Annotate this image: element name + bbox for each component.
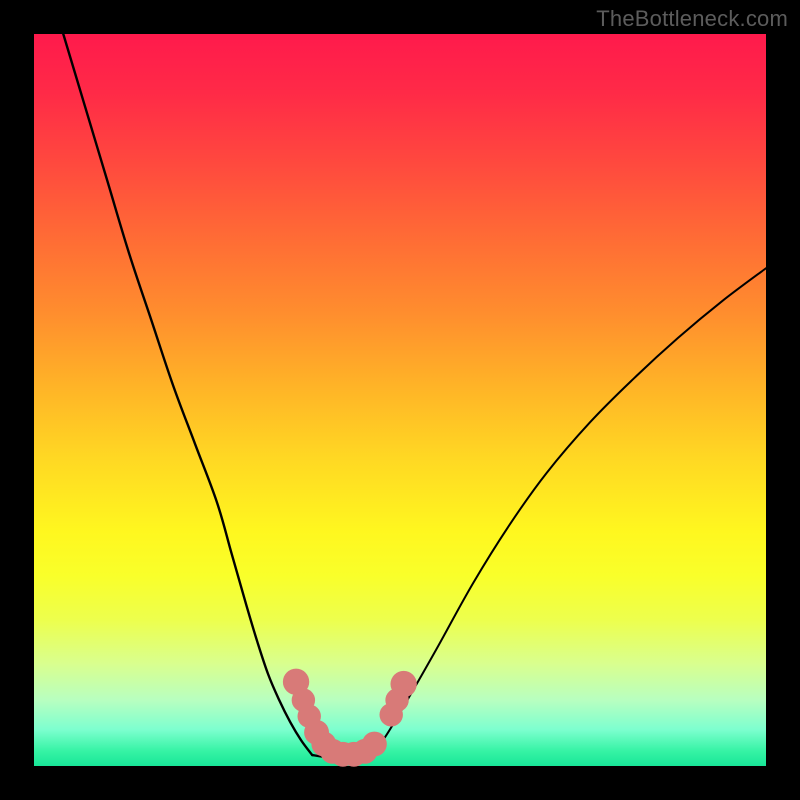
curve-left-arm [63,34,312,755]
plot-area [34,34,766,766]
outer-frame: TheBottleneck.com [0,0,800,800]
bead-markers [283,669,417,767]
bead-marker [362,732,387,757]
watermark-text: TheBottleneck.com [596,6,788,32]
bead-marker [390,671,416,697]
chart-svg [34,34,766,766]
curve-right-arm [371,268,766,755]
